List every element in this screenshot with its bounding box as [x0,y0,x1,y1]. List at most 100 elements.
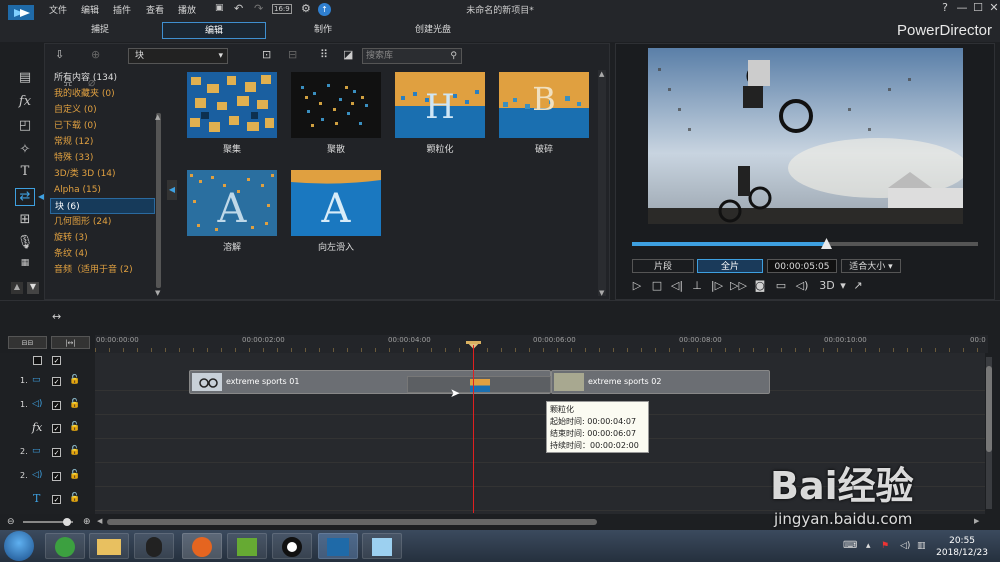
taskbar-app-qq[interactable] [134,533,174,559]
tab-produce[interactable]: 制作 [273,22,373,39]
step-back-icon[interactable]: ⊥ [689,279,705,295]
scroll-left-icon[interactable]: ◀ [97,517,102,525]
clip-mode-button[interactable]: 片段 [632,259,694,273]
category-item[interactable]: 条纹 (4) [50,246,155,262]
select-all-tracks-checkbox[interactable] [33,356,42,365]
search-icon[interactable]: ⚲ [450,49,457,63]
fit-timeline-icon[interactable]: ↔ [52,310,61,323]
save-icon[interactable]: ▣ [215,3,224,13]
zoom-out-icon[interactable]: ⊖ [7,517,15,527]
redo-icon[interactable]: ↷ [254,2,263,15]
upgrade-icon[interactable]: ↑ [318,3,331,16]
lock-icon[interactable]: 🔓 [69,422,80,432]
category-dropdown[interactable]: 块 ▾ [128,48,228,64]
category-item[interactable]: 常规 (12) [50,134,155,150]
chapter-room-icon[interactable]: ▦ [15,258,35,276]
vertical-scroll-thumb[interactable] [986,366,992,452]
menu-edit[interactable]: 编辑 [81,3,99,16]
search-input[interactable]: 搜索库 ⚲ [362,48,462,64]
taskbar-app-powerdirector[interactable] [318,533,358,559]
add-to-timeline-icon[interactable]: ⊡ [262,48,271,61]
fit-size-dropdown[interactable]: 适合大小 ▾ [841,259,901,273]
start-button[interactable] [4,531,34,561]
category-item[interactable]: Alpha (15) [50,182,155,198]
grid-view-icon[interactable]: ⠿ [320,48,328,61]
lock-icon[interactable]: 🔓 [69,470,80,480]
download-icon[interactable]: ⊕ [91,48,100,61]
subtitle-icon[interactable]: ▭ [773,279,789,295]
timeline-clip[interactable]: extreme sports 02 [551,370,770,394]
fast-forward-icon[interactable]: ▷▷ [730,279,747,295]
track-enable-checkbox[interactable]: ✓ [52,377,61,386]
play-icon[interactable]: ▷ [629,279,645,295]
transition-thumb-dissolve[interactable]: A [187,170,277,236]
seek-handle[interactable] [821,238,832,249]
transition-thumb-scatter[interactable] [291,72,381,138]
taskbar-app-player[interactable] [227,533,267,559]
scroll-down-icon[interactable]: ▼ [599,289,604,297]
category-item[interactable]: 3D/类 3D (14) [50,166,155,182]
aspect-ratio-icon[interactable]: 16:9 [272,4,292,14]
audio-mixing-room-icon[interactable]: ⊞ [15,212,35,230]
fullscreen-library-icon[interactable]: ◪ [343,48,353,61]
timecode-display[interactable]: 00:00:05:05 [767,259,837,273]
volume-icon[interactable]: ◁) [794,279,810,295]
scroll-up-icon[interactable]: ▲ [11,282,23,294]
scroll-up-icon[interactable]: ▲ [599,70,604,78]
undo-icon[interactable]: ↶ [234,2,243,15]
next-frame-icon[interactable]: |▷ [709,279,725,295]
scroll-down-icon[interactable]: ▼ [27,282,39,294]
taskbar-app-explorer[interactable] [89,533,129,559]
import-icon[interactable]: ⇩ [55,48,64,61]
movie-mode-button[interactable]: 全片 [697,259,763,273]
lock-icon[interactable]: 🔓 [69,375,80,385]
transition-thumb-slide-left[interactable]: A [291,170,381,236]
tab-capture[interactable]: 捕捉 [50,22,150,39]
taskbar-app-browser[interactable] [45,533,85,559]
collapse-panel-icon[interactable]: ◀ [167,180,177,200]
chevron-down-icon[interactable]: ▾ [835,279,851,295]
close-icon[interactable]: ✕ [985,1,1000,17]
lock-icon[interactable]: 🔓 [69,493,80,503]
track-enable-checkbox[interactable]: ✓ [52,424,61,433]
zoom-in-icon[interactable]: ⊕ [83,517,91,527]
menu-plugins[interactable]: 插件 [113,3,131,16]
pip-room-icon[interactable]: ◰ [15,118,35,136]
category-item[interactable]: 自定义 (0) [50,102,155,118]
favorite-icon[interactable]: ⊟ [288,48,297,61]
stop-icon[interactable]: □ [649,279,665,295]
taskbar-app-firefox[interactable] [182,533,222,559]
fit-to-window-icon[interactable]: |↔| [51,336,90,349]
title-room-icon[interactable]: T [15,164,35,182]
category-scrollbar[interactable] [156,113,161,288]
horizontal-scrollbar[interactable] [107,519,597,525]
category-item[interactable]: 已下载 (0) [50,118,155,134]
category-item[interactable]: 特殊 (33) [50,150,155,166]
transition-thumb-gather[interactable] [187,72,277,138]
menu-view[interactable]: 查看 [146,3,164,16]
undock-icon[interactable]: ↗ [850,279,866,295]
settings-gear-icon[interactable]: ⚙ [301,2,311,15]
particle-room-icon[interactable]: ✧ [15,142,35,160]
scroll-down-icon[interactable]: ▼ [155,289,160,297]
track-enable-checkbox[interactable]: ✓ [52,472,61,481]
taskbar-app-notes[interactable] [362,533,402,559]
menu-file[interactable]: 文件 [49,3,67,16]
lock-icon[interactable]: 🔓 [69,399,80,409]
previous-frame-icon[interactable]: ◁| [669,279,685,295]
snapshot-icon[interactable]: ◙ [752,279,768,295]
transition-room-icon[interactable]: ⇄ [15,188,35,206]
scroll-up-icon[interactable]: ▲ [155,113,160,121]
tab-edit[interactable]: 编辑 [162,22,266,39]
help-icon[interactable]: ? [936,1,954,17]
transition-clip[interactable] [407,376,551,393]
enable-all-checkbox[interactable]: ✓ [52,356,61,365]
track-enable-checkbox[interactable]: ✓ [52,448,61,457]
lock-icon[interactable]: 🔓 [69,446,80,456]
transition-thumb-shatter[interactable]: B [499,72,589,138]
effect-room-icon[interactable]: fx [15,94,35,112]
tab-create-disc[interactable]: 创建光盘 [383,22,483,39]
library-scrollbar[interactable] [598,70,606,296]
category-item[interactable]: 旋转 (3) [50,230,155,246]
media-room-icon[interactable]: ▤ [15,70,35,88]
